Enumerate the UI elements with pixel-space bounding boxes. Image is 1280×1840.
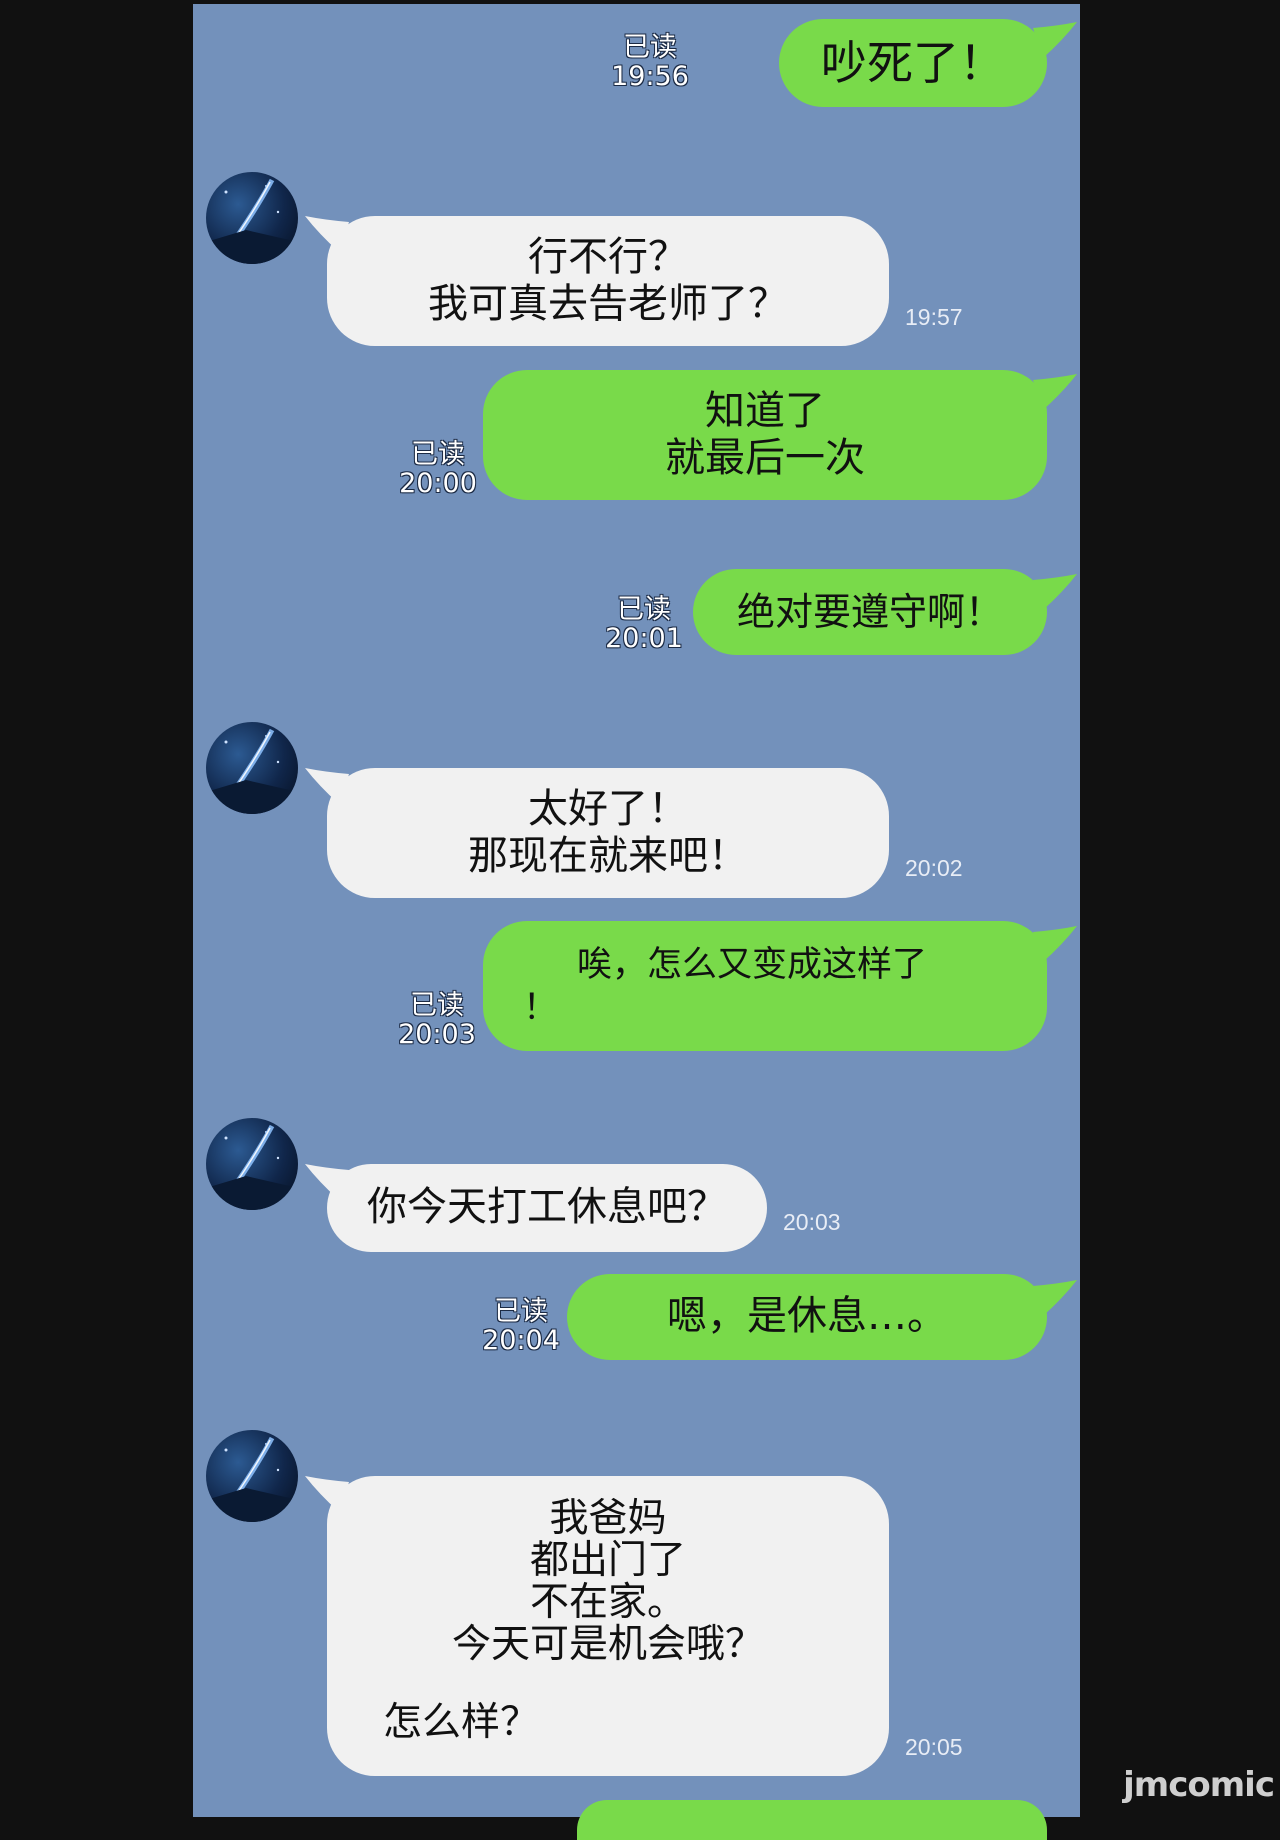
message-text-extra: 怎么样？: [383, 1700, 540, 1746]
message-bubble[interactable]: 绝对要遵守啊！: [693, 569, 1047, 655]
message-bubble[interactable]: 嗯，是休息…。: [567, 1274, 1047, 1360]
message-text: 太好了！ 那现在就来吧！: [468, 785, 748, 879]
bubble-tail: [1033, 1280, 1077, 1316]
message-text: 吵死了！: [821, 35, 1005, 90]
chat-area: 已读 19:56 吵死了！ 行不行？ 我可真去告老师了？ 19:57 已读 20…: [193, 4, 1080, 1840]
read-label: 已读: [411, 439, 465, 470]
read-receipt: 已读 20:04: [476, 1297, 566, 1355]
message-time: 20:04: [482, 1325, 560, 1356]
message-time: 19:57: [905, 304, 963, 330]
message-time: 20:00: [399, 468, 477, 499]
night-sky-avatar-icon[interactable]: [206, 1118, 298, 1210]
message-time: 20:02: [905, 855, 963, 881]
night-sky-avatar-icon[interactable]: [206, 172, 298, 264]
watermark: jmcomic: [1123, 1765, 1275, 1805]
message-text: 知道了 就最后一次: [665, 387, 865, 481]
read-label: 已读: [410, 990, 464, 1021]
read-receipt: 已读 20:01: [599, 595, 689, 653]
message-time: 20:03: [783, 1209, 841, 1235]
message-time: 20:05: [905, 1734, 963, 1760]
message-text: 嗯，是休息…。: [667, 1293, 947, 1340]
message-text-extra: ！: [523, 988, 559, 1029]
read-receipt: 已读 20:03: [392, 991, 482, 1049]
read-label: 已读: [494, 1296, 548, 1327]
message-text: 你今天打工休息吧？: [367, 1184, 727, 1231]
message-bubble[interactable]: 知道了 就最后一次: [483, 370, 1047, 500]
night-sky-avatar-icon[interactable]: [206, 722, 298, 814]
message-time: 20:01: [605, 623, 683, 654]
message-bubble[interactable]: 太好了！ 那现在就来吧！: [327, 768, 889, 898]
message-text: 绝对要遵守啊！: [736, 589, 1003, 634]
message-text: 唉，怎么又变成这样了: [577, 945, 928, 985]
message-time: 20:03: [398, 1019, 476, 1050]
bubble-tail: [1033, 374, 1077, 410]
read-receipt: 已读 20:00: [393, 440, 483, 498]
read-label: 已读: [623, 32, 677, 63]
bubble-tail: [1033, 22, 1077, 58]
message-bubble[interactable]: 吵死了！: [779, 19, 1047, 107]
message-bubble[interactable]: 我爸妈 都出门了 不在家。 今天可是机会哦？ 怎么样？: [327, 1476, 889, 1776]
message-bubble[interactable]: 行不行？ 我可真去告老师了？: [327, 216, 889, 346]
message-bubble[interactable]: 你今天打工休息吧？: [327, 1164, 767, 1252]
read-receipt: 已读 19:56: [605, 33, 695, 91]
message-text: 我爸妈 都出门了 不在家。 今天可是机会哦？: [451, 1496, 764, 1668]
message-bubble-partial[interactable]: [577, 1800, 1047, 1840]
message-time: 19:56: [611, 61, 689, 92]
night-sky-avatar-icon[interactable]: [206, 1430, 298, 1522]
bubble-tail: [1033, 926, 1077, 962]
message-text: 行不行？ 我可真去告老师了？: [428, 233, 788, 327]
read-label: 已读: [617, 594, 671, 625]
message-bubble[interactable]: 唉，怎么又变成这样了 ！: [483, 921, 1047, 1051]
bubble-tail: [1033, 574, 1077, 610]
